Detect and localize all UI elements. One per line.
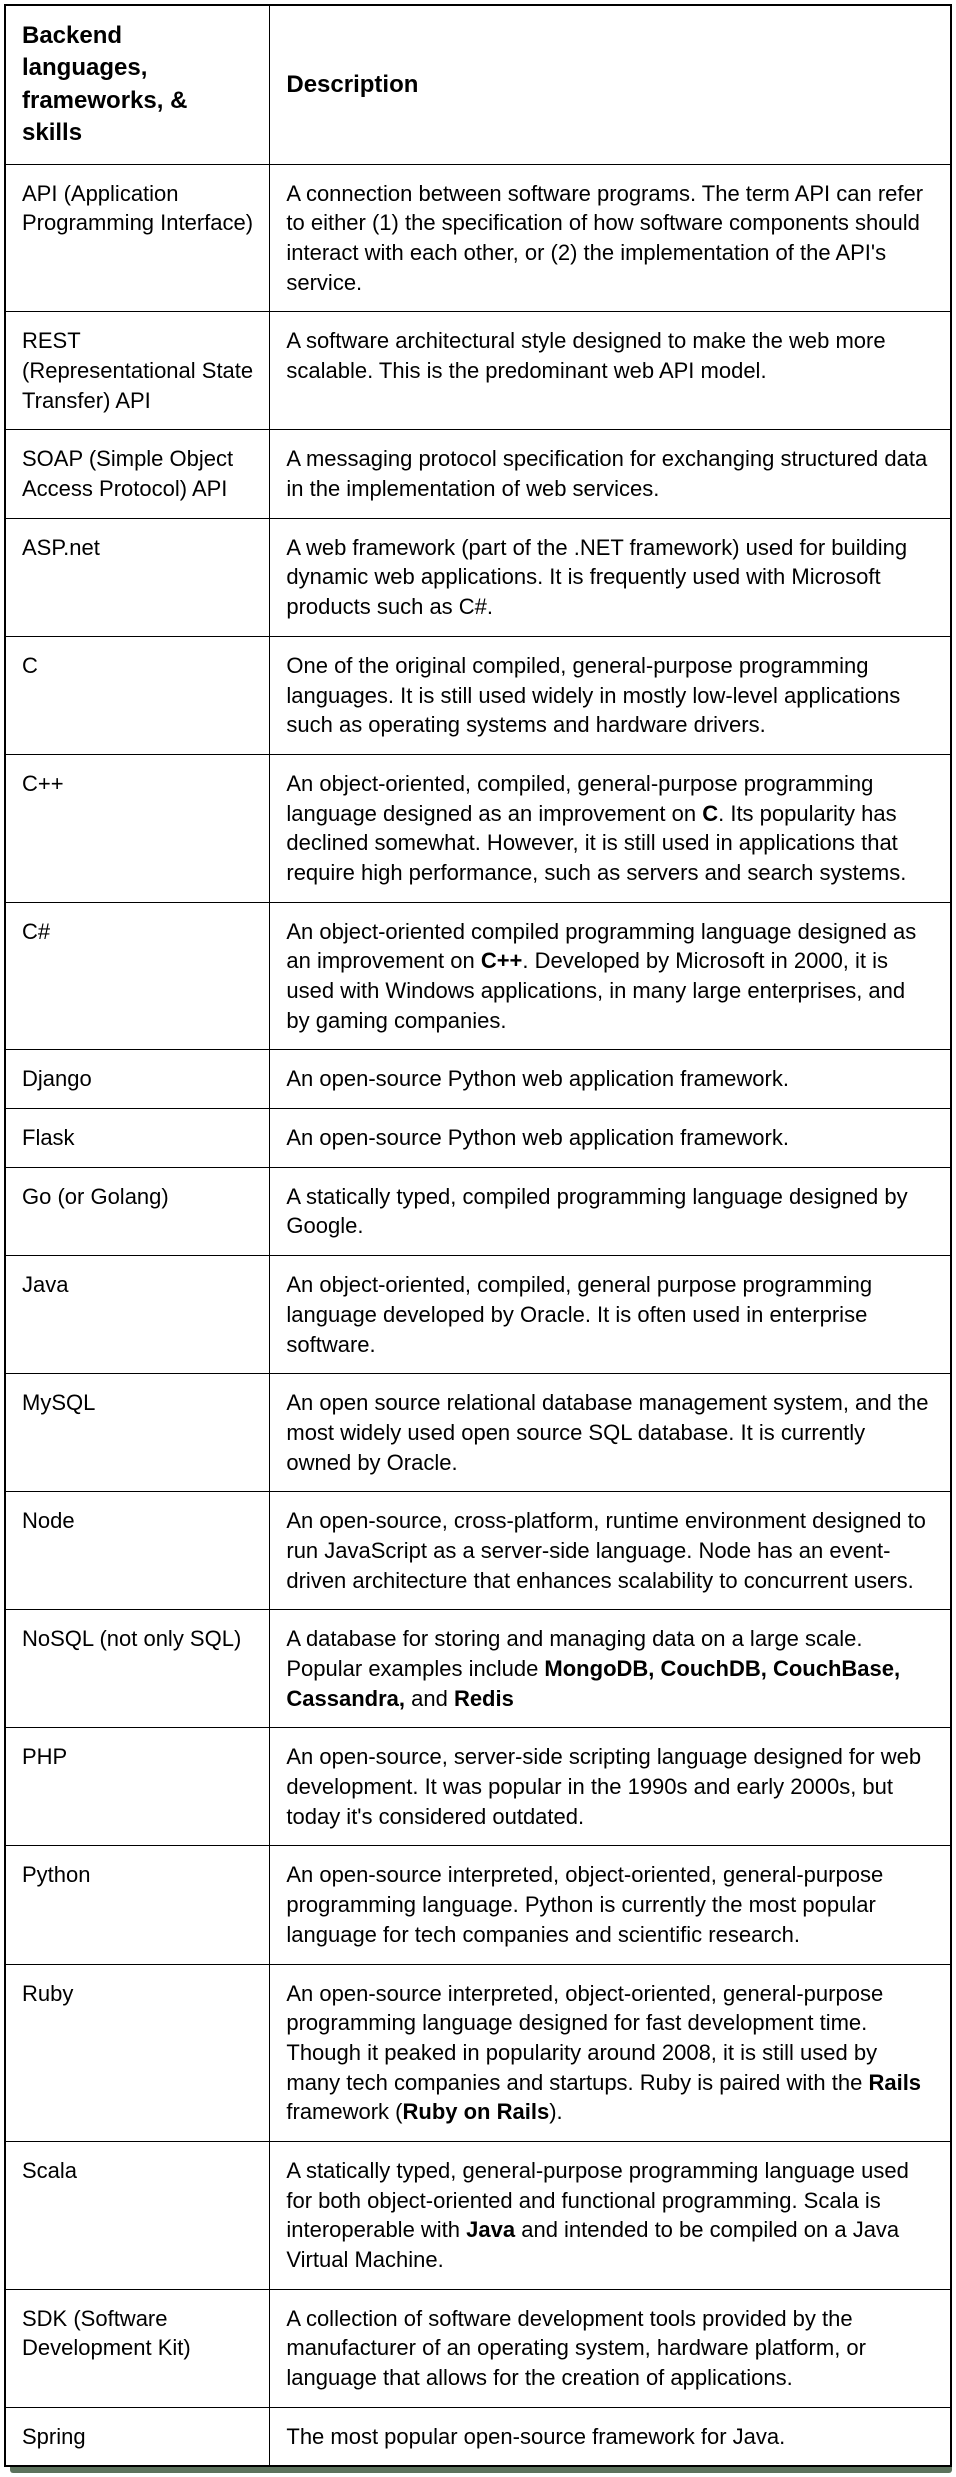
- table-row: ScalaA statically typed, general-purpose…: [5, 2141, 951, 2289]
- term-cell: PHP: [5, 1728, 270, 1846]
- table-row: C#An object-oriented compiled programmin…: [5, 902, 951, 1050]
- description-cell: An open-source Python web application fr…: [270, 1109, 951, 1168]
- table-row: PHPAn open-source, server-side scripting…: [5, 1728, 951, 1846]
- term-cell: SOAP (Simple Object Access Protocol) API: [5, 430, 270, 518]
- description-cell: A connection between software programs. …: [270, 164, 951, 312]
- table-row: DjangoAn open-source Python web applicat…: [5, 1050, 951, 1109]
- table-body: API (Application Programming Interface)A…: [5, 164, 951, 2466]
- description-cell: A web framework (part of the .NET framew…: [270, 518, 951, 636]
- description-cell: An open-source, cross-platform, runtime …: [270, 1492, 951, 1610]
- bold-text: Ruby on Rails: [403, 2099, 550, 2124]
- term-cell: REST (Representational State Transfer) A…: [5, 312, 270, 430]
- term-cell: MySQL: [5, 1374, 270, 1492]
- description-cell: One of the original compiled, general-pu…: [270, 636, 951, 754]
- term-cell: Flask: [5, 1109, 270, 1168]
- term-cell: Scala: [5, 2141, 270, 2289]
- term-cell: NoSQL (not only SQL): [5, 1610, 270, 1728]
- description-cell: A statically typed, general-purpose prog…: [270, 2141, 951, 2289]
- description-cell: A messaging protocol specification for e…: [270, 430, 951, 518]
- term-cell: C++: [5, 754, 270, 902]
- term-cell: SDK (Software Development Kit): [5, 2289, 270, 2407]
- header-desc: Description: [270, 5, 951, 164]
- term-cell: Python: [5, 1846, 270, 1964]
- description-cell: An open-source interpreted, object-orien…: [270, 1964, 951, 2141]
- table-row: Go (or Golang)A statically typed, compil…: [5, 1167, 951, 1255]
- table-row: REST (Representational State Transfer) A…: [5, 312, 951, 430]
- description-cell: A software architectural style designed …: [270, 312, 951, 430]
- term-cell: Node: [5, 1492, 270, 1610]
- backend-skills-table: Backend languages, frameworks, & skills …: [4, 4, 952, 2467]
- table-shadow: [10, 2467, 952, 2473]
- term-cell: Spring: [5, 2407, 270, 2466]
- description-cell: An open-source interpreted, object-orien…: [270, 1846, 951, 1964]
- bold-text: MongoDB, CouchDB, CouchBase, Cassandra,: [286, 1656, 900, 1711]
- term-cell: Ruby: [5, 1964, 270, 2141]
- table-row: C++An object-oriented, compiled, general…: [5, 754, 951, 902]
- table-header-row: Backend languages, frameworks, & skills …: [5, 5, 951, 164]
- description-cell: The most popular open-source framework f…: [270, 2407, 951, 2466]
- term-cell: C: [5, 636, 270, 754]
- bold-text: Rails: [868, 2070, 921, 2095]
- table-row: FlaskAn open-source Python web applicati…: [5, 1109, 951, 1168]
- term-cell: API (Application Programming Interface): [5, 164, 270, 312]
- description-cell: A statically typed, compiled programming…: [270, 1167, 951, 1255]
- term-cell: Go (or Golang): [5, 1167, 270, 1255]
- table-row: NoSQL (not only SQL)A database for stori…: [5, 1610, 951, 1728]
- table-row: COne of the original compiled, general-p…: [5, 636, 951, 754]
- term-cell: ASP.net: [5, 518, 270, 636]
- description-cell: A database for storing and managing data…: [270, 1610, 951, 1728]
- description-cell: A collection of software development too…: [270, 2289, 951, 2407]
- table-row: SDK (Software Development Kit)A collecti…: [5, 2289, 951, 2407]
- term-cell: Django: [5, 1050, 270, 1109]
- description-cell: An object-oriented compiled programming …: [270, 902, 951, 1050]
- term-cell: Java: [5, 1256, 270, 1374]
- description-cell: An object-oriented, compiled, general pu…: [270, 1256, 951, 1374]
- table-row: NodeAn open-source, cross-platform, runt…: [5, 1492, 951, 1610]
- description-cell: An open source relational database manag…: [270, 1374, 951, 1492]
- bold-text: Java: [466, 2217, 515, 2242]
- bold-text: Redis: [454, 1686, 514, 1711]
- table-row: API (Application Programming Interface)A…: [5, 164, 951, 312]
- term-cell: C#: [5, 902, 270, 1050]
- bold-text: C: [702, 801, 718, 826]
- table-row: SpringThe most popular open-source frame…: [5, 2407, 951, 2466]
- table-row: MySQLAn open source relational database …: [5, 1374, 951, 1492]
- description-cell: An open-source, server-side scripting la…: [270, 1728, 951, 1846]
- description-cell: An open-source Python web application fr…: [270, 1050, 951, 1109]
- table-row: PythonAn open-source interpreted, object…: [5, 1846, 951, 1964]
- table-row: SOAP (Simple Object Access Protocol) API…: [5, 430, 951, 518]
- description-cell: An object-oriented, compiled, general-pu…: [270, 754, 951, 902]
- table-row: ASP.netA web framework (part of the .NET…: [5, 518, 951, 636]
- bold-text: C++: [481, 948, 523, 973]
- table-row: JavaAn object-oriented, compiled, genera…: [5, 1256, 951, 1374]
- table-row: RubyAn open-source interpreted, object-o…: [5, 1964, 951, 2141]
- header-term: Backend languages, frameworks, & skills: [5, 5, 270, 164]
